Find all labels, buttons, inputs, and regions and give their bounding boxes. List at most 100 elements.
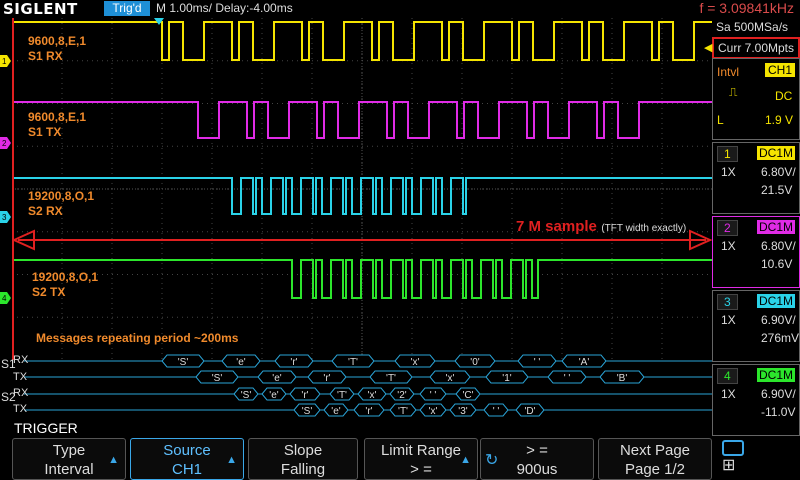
ch3-probe: 1X <box>721 313 736 327</box>
ch2-num: 2 <box>717 220 738 236</box>
ch1-name: S1 RX <box>28 49 63 63</box>
falling-edge-icon: ⎍ <box>729 85 738 99</box>
network-icon: ⊞ <box>722 457 736 474</box>
decode-byte: '3' <box>458 406 467 417</box>
s2-tx-label: TX <box>13 403 28 415</box>
decode-byte: 'B' <box>617 373 628 384</box>
ch2-label: 9600,8,E,1 S1 TX <box>28 110 86 140</box>
ch1-coupling: DC1M <box>757 146 796 160</box>
top-status-bar: SIGLENT Trig'd M 1.00ms/ Delay:-4.00ms f… <box>0 0 800 18</box>
ch1-info-box[interactable]: 1 DC1M 1X 6.80V/ 21.5V <box>712 142 800 214</box>
ch1-probe: 1X <box>721 165 736 179</box>
decode-byte: '0' <box>470 357 479 368</box>
trigger-info-box[interactable]: Intvl CH1 ⎍ DC L 1.9 V <box>712 58 800 140</box>
decode-byte: 'D' <box>524 406 535 417</box>
trigger-source: CH1 <box>765 63 796 77</box>
s2-rx-label: RX <box>13 387 29 399</box>
sample-annotation: 7 M sample (TFT width exactly) <box>516 218 686 236</box>
ch3-protocol: 19200,8,O,1 <box>28 189 95 203</box>
decode-byte: 'x' <box>411 357 420 368</box>
sample-rate: Sa 500MSa/s <box>716 20 789 34</box>
softkey-arrow-icon: ▲ <box>460 454 471 466</box>
ch1-scale: 6.80V/ <box>761 165 796 179</box>
s1-tx-label: TX <box>13 371 28 383</box>
decode-byte: 'T' <box>386 373 396 384</box>
ch2-ground-marker[interactable]: 2 <box>0 136 12 154</box>
trigger-level-label: L <box>717 113 724 127</box>
trigger-status-badge: Trig'd <box>104 1 150 16</box>
decode-byte: 'x' <box>429 406 438 417</box>
memory-depth: Curr 7.00Mpts <box>712 37 800 59</box>
decode-byte: 'e' <box>331 406 340 417</box>
ch3-label: 19200,8,O,1 S2 RX <box>28 189 94 219</box>
trigger-level-marker: ◀ <box>704 42 713 54</box>
softkey-slope-value: Falling <box>280 461 326 478</box>
brand-logo: SIGLENT <box>3 0 78 18</box>
ch4-name: S2 TX <box>32 285 66 299</box>
softkey-slope[interactable]: Slope Falling <box>248 438 358 480</box>
sample-count-text: 7 M sample <box>516 218 597 235</box>
timebase-readout[interactable]: M 1.00ms/ Delay:-4.00ms <box>156 1 293 15</box>
decode-byte: 'S' <box>212 373 223 384</box>
svg-text:3: 3 <box>2 213 7 222</box>
serial-decode-area: 'S' 'e' 'r' 'T' 'x' '0' ' ' 'A' 'S' 'e' 'r' 'T' 'x' '… <box>0 352 800 420</box>
decode-byte: 'e' <box>269 390 278 401</box>
decode-byte: 'T' <box>348 357 358 368</box>
ch3-waveform <box>12 177 712 215</box>
decode-byte: 'S' <box>178 357 189 368</box>
battery-icon <box>722 440 744 456</box>
decode-byte: 'r' <box>290 357 297 368</box>
decode-byte: 'e' <box>236 357 245 368</box>
ch3-scale: 6.90V/ <box>761 313 796 327</box>
softkey-limit-range[interactable]: Limit Range > = ▲ <box>364 438 478 480</box>
svg-text:4: 4 <box>2 294 7 303</box>
decode-byte: 'r' <box>301 390 308 401</box>
ch1-num: 1 <box>717 146 738 162</box>
softkey-next-page[interactable]: Next Page Page 1/2 <box>598 438 712 480</box>
svg-text:2: 2 <box>2 139 7 148</box>
ch2-protocol: 9600,8,E,1 <box>28 110 87 124</box>
ch2-offset: 10.6V <box>761 257 793 271</box>
decode-byte: 'x' <box>368 390 377 401</box>
s1-rx-label: RX <box>13 354 29 366</box>
trigger-level-value: 1.9 V <box>765 113 794 127</box>
ch3-coupling: DC1M <box>757 294 796 308</box>
decode-byte: '2' <box>397 390 406 401</box>
softkey-next-page-label: Next Page <box>619 442 691 459</box>
decode-byte: ' ' <box>493 406 500 417</box>
decode-byte: 'x' <box>446 373 455 384</box>
softkey-arrow-icon: ▲ <box>226 454 237 466</box>
ch2-coupling: DC1M <box>757 220 796 234</box>
period-annotation: Messages repeating period ~200ms <box>36 331 239 345</box>
ch3-offset: 276mV <box>761 331 800 345</box>
trigger-type: Intvl <box>717 65 740 79</box>
ch2-info-box[interactable]: 2 DC1M 1X 6.80V/ 10.6V <box>712 216 800 288</box>
ch4-label: 19200,8,O,1 S2 TX <box>32 270 98 300</box>
decode-byte: ' ' <box>564 373 571 384</box>
ch1-ground-marker[interactable]: 1 <box>0 54 12 72</box>
ch4-waveform <box>12 259 712 299</box>
decode-bus-graphics: 'S' 'e' 'r' 'T' 'x' '0' ' ' 'A' 'S' 'e' 'r' 'T' 'x' '… <box>24 354 712 417</box>
softkey-type[interactable]: Type Interval ▲ <box>12 438 126 480</box>
decode-byte: ' ' <box>534 357 541 368</box>
softkey-source[interactable]: Source CH1 ▲ <box>130 438 244 480</box>
decode-byte: ' ' <box>430 390 437 401</box>
ch1-label: 9600,8,E,1 S1 RX <box>28 34 86 64</box>
decode-byte: 'e' <box>272 373 281 384</box>
ch2-probe: 1X <box>721 239 736 253</box>
ch4-protocol: 19200,8,O,1 <box>32 270 99 284</box>
decode-byte: '1' <box>502 373 511 384</box>
decode-byte: 'r' <box>323 373 330 384</box>
softkey-page-indicator: Page 1/2 <box>624 461 686 478</box>
decode-byte: 'C' <box>462 390 473 401</box>
softkey-interval-value[interactable]: ↻ > = 900us <box>480 438 594 480</box>
ch2-scale: 6.80V/ <box>761 239 796 253</box>
ch3-ground-marker[interactable]: 3 <box>0 210 12 228</box>
ch4-ground-marker[interactable]: 4 <box>0 291 12 309</box>
ch2-waveform <box>12 101 712 139</box>
trigger-coupling: DC <box>775 89 793 103</box>
waveform-display[interactable]: 9600,8,E,1 S1 RX 9600,8,E,1 S1 TX 19200,… <box>12 18 712 360</box>
ch3-name: S2 RX <box>28 204 63 218</box>
decode-byte: 'A' <box>579 357 590 368</box>
softkey-slope-label: Slope <box>283 442 323 459</box>
